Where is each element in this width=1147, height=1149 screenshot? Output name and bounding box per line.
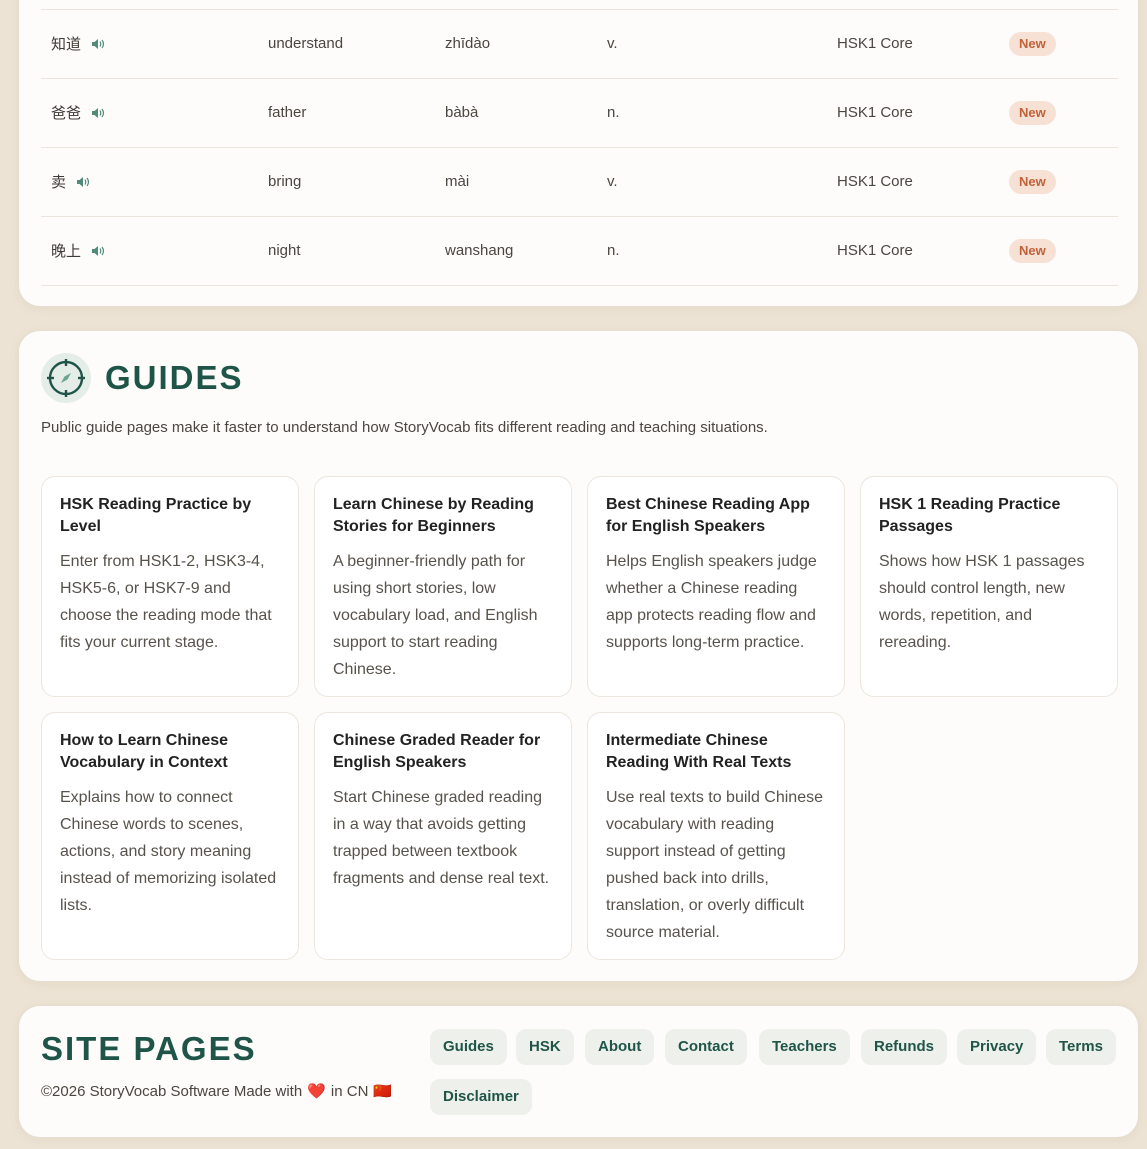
- nav-link-hsk[interactable]: HSK: [516, 1029, 574, 1065]
- nav-link-about[interactable]: About: [585, 1029, 655, 1065]
- guide-card[interactable]: HSK 1 Reading Practice Passages Shows ho…: [860, 476, 1118, 697]
- table-row: 爸爸 father bàbà n. HSK1 Core New: [41, 79, 1118, 148]
- speaker-icon[interactable]: [76, 176, 90, 188]
- nav-link-guides[interactable]: Guides: [430, 1029, 507, 1065]
- meaning: night: [268, 242, 301, 259]
- hanzi: 晚上: [51, 242, 82, 260]
- guide-card-body: Helps English speakers judge whether a C…: [606, 553, 817, 651]
- level: HSK1 Core: [837, 35, 913, 52]
- guide-card-body: Enter from HSK1-2, HSK3-4, HSK5-6, or HS…: [60, 553, 272, 651]
- guide-card-title: How to Learn Chinese Vocabulary in Conte…: [60, 732, 229, 771]
- nav-link-contact[interactable]: Contact: [665, 1029, 747, 1065]
- speaker-icon[interactable]: [91, 38, 105, 50]
- copyright-location: in CN: [330, 1082, 369, 1100]
- guide-card[interactable]: HSK Reading Practice by Level Enter from…: [41, 476, 299, 697]
- level: HSK1 Core: [837, 173, 913, 190]
- guide-card-body: Start Chinese graded reading in a way th…: [333, 789, 550, 887]
- china-flag-icon: 🇨🇳: [373, 1083, 393, 1100]
- guides-title: GUIDES: [105, 359, 244, 396]
- guide-card-title: Best Chinese Reading App for English Spe…: [606, 496, 810, 535]
- nav-link-teachers[interactable]: Teachers: [759, 1029, 850, 1065]
- guide-card[interactable]: Chinese Graded Reader for English Speake…: [314, 712, 572, 960]
- guide-card-title: Intermediate Chinese Reading With Real T…: [606, 732, 792, 771]
- level: HSK1 Core: [837, 242, 913, 259]
- status-badge: New: [1009, 239, 1056, 263]
- meaning: bring: [268, 173, 302, 190]
- status-badge: New: [1009, 32, 1056, 56]
- copyright: ©2026 StoryVocab Software Made with ❤️ i…: [41, 1082, 393, 1101]
- guide-card[interactable]: Learn Chinese by Reading Stories for Beg…: [314, 476, 572, 697]
- nav-link-refunds[interactable]: Refunds: [861, 1029, 947, 1065]
- guides-section: GUIDES Public guide pages make it faster…: [18, 330, 1139, 982]
- guide-card[interactable]: Best Chinese Reading App for English Spe…: [587, 476, 845, 697]
- nav-link-privacy[interactable]: Privacy: [957, 1029, 1037, 1065]
- guide-card-title: Learn Chinese by Reading Stories for Beg…: [333, 496, 534, 535]
- speaker-icon[interactable]: [91, 245, 105, 257]
- guide-card[interactable]: Intermediate Chinese Reading With Real T…: [587, 712, 845, 960]
- guide-card-title: Chinese Graded Reader for English Speake…: [333, 732, 541, 771]
- status-badge: New: [1009, 170, 1056, 194]
- guide-card-body: A beginner-friendly path for using short…: [333, 553, 538, 678]
- table-row: 知道 understand zhīdào v. HSK1 Core New: [41, 10, 1118, 79]
- table-row: 卖 bring mài v. HSK1 Core New: [41, 148, 1118, 217]
- part-of-speech: v.: [607, 173, 618, 190]
- site-pages-title: SITE PAGES: [41, 1030, 257, 1067]
- table-row: 晚上 night wanshang n. HSK1 Core New: [41, 217, 1118, 286]
- guides-header: GUIDES: [41, 353, 244, 403]
- status-badge: New: [1009, 101, 1056, 125]
- vocab-table: 知道 understand zhīdào v. HSK1 Core New 爸爸…: [41, 9, 1118, 286]
- part-of-speech: v.: [607, 35, 618, 52]
- guide-card-title: HSK 1 Reading Practice Passages: [879, 496, 1061, 535]
- guide-card-title: HSK Reading Practice by Level: [60, 496, 252, 535]
- hanzi: 卖: [51, 173, 67, 191]
- part-of-speech: n.: [607, 242, 620, 259]
- guide-card-body: Use real texts to build Chinese vocabula…: [606, 789, 823, 941]
- guides-description: Public guide pages make it faster to und…: [41, 419, 768, 436]
- level: HSK1 Core: [837, 104, 913, 121]
- speaker-icon[interactable]: [91, 107, 105, 119]
- meaning: father: [268, 104, 307, 121]
- heart-icon: ❤️: [307, 1083, 326, 1100]
- hanzi: 知道: [51, 35, 82, 53]
- hanzi: 爸爸: [51, 104, 82, 122]
- part-of-speech: n.: [607, 104, 620, 121]
- nav-link-terms[interactable]: Terms: [1046, 1029, 1116, 1065]
- guide-card-body: Explains how to connect Chinese words to…: [60, 789, 277, 914]
- vocab-table-card: 知道 understand zhīdào v. HSK1 Core New 爸爸…: [18, 0, 1139, 307]
- pinyin: bàbà: [445, 104, 479, 121]
- guide-card-body: Shows how HSK 1 passages should control …: [879, 553, 1085, 651]
- pinyin: wanshang: [445, 242, 514, 259]
- compass-icon: [41, 353, 91, 403]
- pinyin: mài: [445, 173, 470, 190]
- nav-link-disclaimer[interactable]: Disclaimer: [430, 1079, 532, 1115]
- pinyin: zhīdào: [445, 35, 491, 52]
- site-pages-footer: SITE PAGES ©2026 StoryVocab Software Mad…: [18, 1005, 1139, 1138]
- copyright-text: ©2026 StoryVocab Software Made with: [41, 1082, 303, 1100]
- guide-card[interactable]: How to Learn Chinese Vocabulary in Conte…: [41, 712, 299, 960]
- meaning: understand: [268, 35, 344, 52]
